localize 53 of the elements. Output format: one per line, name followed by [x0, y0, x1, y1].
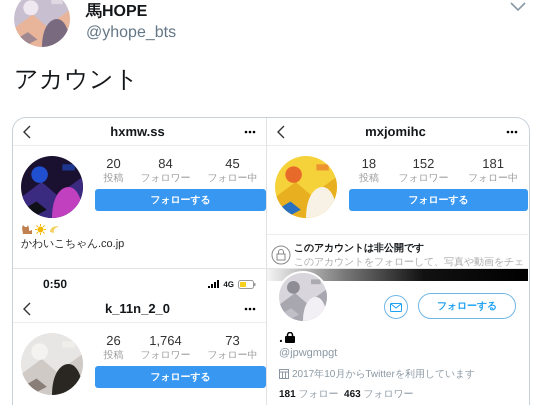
signal-icon — [208, 280, 220, 288]
more-icon[interactable] — [244, 130, 256, 134]
display-name: . — [279, 329, 283, 345]
follow-button[interactable]: フォローする — [349, 189, 528, 211]
back-icon[interactable] — [277, 124, 285, 138]
bio-link[interactable]: かわいこちゃん.co.jp — [13, 235, 266, 252]
private-message: このアカウントをフォローして、写真や動画をチェ — [294, 256, 524, 268]
stat-count: 84 — [158, 156, 173, 171]
stat-count: 1,764 — [149, 333, 182, 348]
stat-count: 152 — [412, 156, 434, 171]
calendar-icon — [279, 369, 289, 379]
lock-icon — [271, 245, 291, 265]
stat-label: フォロー中 — [468, 172, 518, 185]
battery-icon — [238, 280, 256, 288]
mail-icon — [390, 302, 402, 312]
author-handle[interactable]: @yhope_bts — [86, 24, 176, 42]
network-type: 4G — [223, 280, 234, 288]
stat-count: 18 — [362, 156, 376, 171]
more-icon[interactable] — [244, 306, 256, 310]
follow-button[interactable]: フォローする — [95, 189, 266, 211]
stat-label: 投稿 — [358, 172, 379, 185]
stat-count: 26 — [106, 333, 121, 348]
follow-button[interactable]: フォローする — [95, 366, 266, 388]
tweet-text: アカウント — [14, 65, 139, 95]
profile-username: k_11n_2_0 — [104, 301, 170, 316]
stat-count: 181 — [482, 156, 504, 171]
back-icon[interactable] — [23, 124, 31, 138]
sun-icon — [35, 224, 46, 235]
stat-label: 投稿 — [104, 172, 124, 185]
author-name[interactable]: 馬HOPE — [86, 1, 148, 22]
stat-label: フォロワー — [140, 349, 190, 362]
cat-icon — [21, 224, 33, 235]
message-button[interactable] — [384, 295, 408, 319]
profile-username: hxmw.ss — [110, 124, 165, 139]
private-title: このアカウントは非公開です — [294, 242, 425, 255]
stat-count: 20 — [106, 156, 121, 171]
back-icon[interactable] — [23, 302, 31, 316]
follow-counts: 181 フォロー 463 フォロワー — [278, 388, 414, 401]
stat-label: フォロワー — [398, 172, 448, 185]
stat-label: フォロワー — [140, 172, 190, 185]
status-time: 0:50 — [43, 277, 68, 291]
stat-label: 投稿 — [104, 348, 124, 362]
user-handle: @jpwgmpgt — [278, 346, 338, 361]
chevron-down-icon[interactable] — [510, 2, 526, 12]
stat-count: 45 — [225, 156, 240, 171]
stat-label: フォロー中 — [208, 172, 258, 185]
joined-date: 2017年10月からTwitterを利用しています — [292, 368, 475, 381]
lock-icon — [284, 332, 295, 342]
stat-count: 73 — [225, 333, 240, 348]
more-icon[interactable] — [506, 130, 518, 134]
profile-username: mxjomihc — [365, 124, 426, 139]
stat-label: フォロー中 — [208, 348, 258, 362]
follow-button[interactable]: フォローする — [418, 293, 516, 319]
